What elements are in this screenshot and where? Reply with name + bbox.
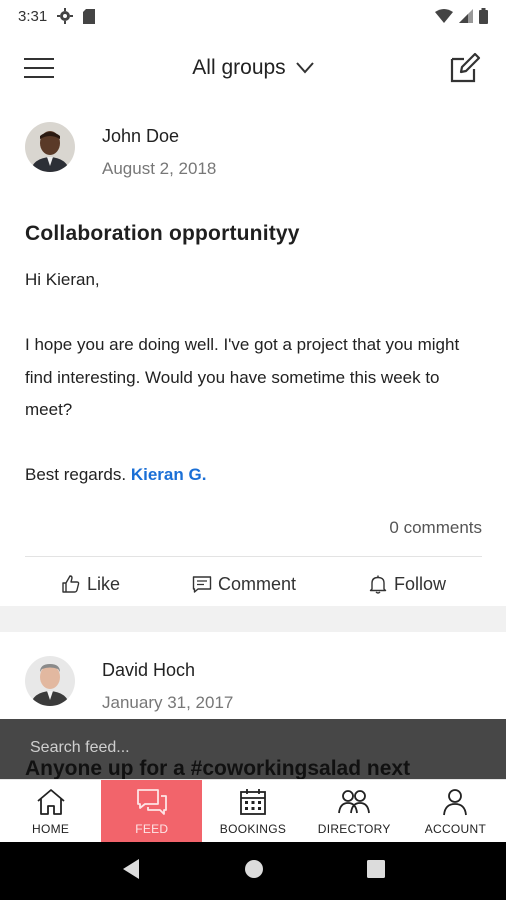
status-time: 3:31 (18, 7, 48, 25)
post-signoff: Best regards. (25, 465, 127, 484)
feed-post[interactable]: David Hoch January 31, 2017 (0, 632, 506, 722)
thumbs-up-icon (62, 575, 80, 593)
bell-icon (369, 575, 387, 594)
feed-post[interactable]: John Doe August 2, 2018 Collaboration op… (0, 104, 506, 606)
search-input[interactable]: Search feed... (30, 739, 130, 757)
battery-icon (479, 8, 488, 24)
comment-count[interactable]: 0 comments (389, 518, 482, 538)
post-title-peek: Anyone up for a #coworkingsalad next (25, 757, 411, 780)
home-icon (37, 788, 65, 815)
post-body: Hi Kieran, I hope you are doing well. I'… (25, 264, 485, 492)
post-author-row: David Hoch January 31, 2017 (25, 656, 233, 713)
like-button[interactable]: Like (61, 574, 120, 595)
settings-icon (57, 8, 74, 24)
post-mention-link[interactable]: Kieran G. (131, 465, 207, 484)
hamburger-icon-line (24, 67, 54, 69)
comment-button[interactable]: Comment (192, 574, 296, 595)
nav-label: FEED (135, 821, 169, 836)
recents-square-icon[interactable] (366, 859, 385, 883)
nav-item-directory[interactable]: DIRECTORY (304, 780, 405, 842)
follow-label: Follow (393, 573, 446, 594)
nav-label: DIRECTORY (317, 821, 391, 836)
wifi-icon (435, 9, 453, 23)
avatar[interactable] (25, 656, 75, 706)
group-selector-label: All groups (192, 56, 286, 79)
follow-button[interactable]: Follow (368, 574, 446, 595)
comment-label: Comment (217, 573, 297, 594)
person-icon (443, 788, 468, 815)
people-icon (338, 789, 371, 813)
post-author-name[interactable]: David Hoch (102, 660, 233, 681)
post-date: August 2, 2018 (102, 159, 217, 178)
back-icon[interactable] (121, 858, 141, 885)
post-author-name[interactable]: John Doe (102, 126, 216, 147)
nav-item-feed[interactable]: FEED (101, 780, 203, 842)
like-label: Like (86, 573, 121, 594)
hamburger-icon-line (24, 76, 54, 78)
nav-label: ACCOUNT (424, 821, 487, 836)
calendar-icon (240, 788, 266, 815)
post-signoff-line: Best regards. Kieran G. (25, 459, 485, 492)
post-greeting: Hi Kieran, (25, 270, 100, 289)
compose-icon[interactable] (448, 51, 482, 85)
chevron-down-icon (295, 62, 314, 74)
chat-bubbles-icon (136, 788, 167, 815)
group-selector[interactable]: All groups (153, 56, 353, 80)
comment-icon (192, 576, 212, 593)
post-title: Collaboration opportunityy (25, 222, 300, 245)
post-author-row: John Doe August 2, 2018 (25, 122, 216, 179)
nav-label: BOOKINGS (219, 821, 287, 836)
app-header: All groups (0, 32, 506, 104)
post-actions: Like Comment Follow (25, 570, 482, 598)
system-nav-bar (0, 842, 506, 900)
divider (25, 556, 482, 557)
bottom-nav: HOME FEED BOOKINGS DIRECTORY ACCOUNT (0, 779, 506, 842)
post-date: January 31, 2017 (102, 693, 234, 712)
nav-item-bookings[interactable]: BOOKINGS (202, 780, 303, 842)
feed-separator (0, 606, 506, 632)
nav-item-home[interactable]: HOME (0, 780, 101, 842)
signal-icon (459, 9, 473, 23)
nav-item-account[interactable]: ACCOUNT (405, 780, 506, 842)
hamburger-icon-line (24, 58, 54, 60)
avatar[interactable] (25, 122, 75, 172)
sd-card-icon (83, 8, 96, 24)
nav-label: HOME (32, 821, 70, 836)
home-circle-icon[interactable] (244, 859, 264, 884)
menu-button[interactable] (24, 52, 56, 84)
post-body-text: I hope you are doing well. I've got a pr… (25, 335, 460, 419)
status-bar: 3:31 (0, 0, 506, 32)
